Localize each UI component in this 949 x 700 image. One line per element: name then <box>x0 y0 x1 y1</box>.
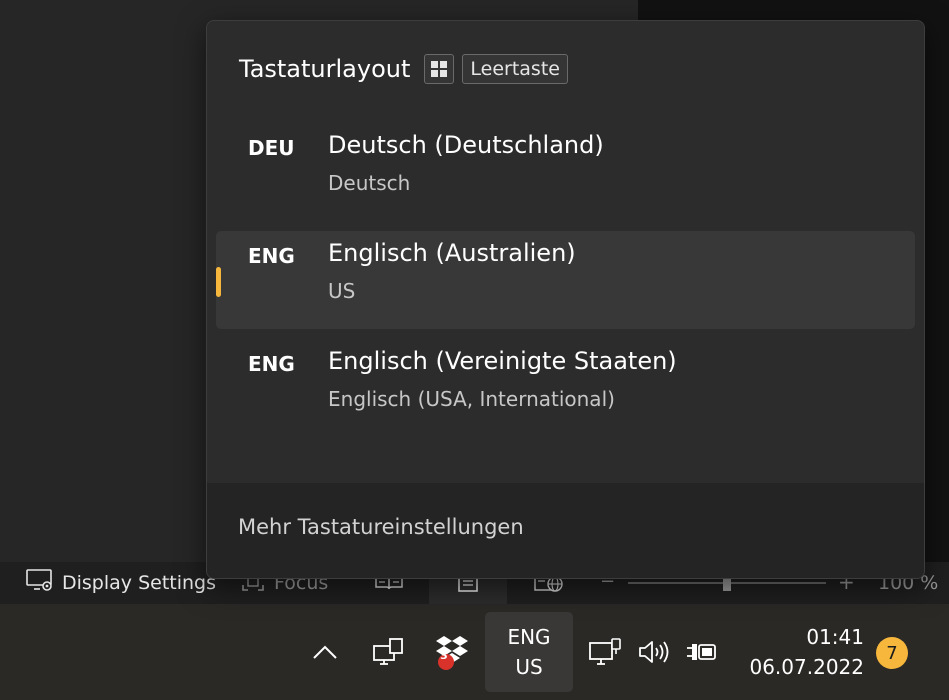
clock-time: 01:41 <box>806 625 864 649</box>
flyout-header: Tastaturlayout Leertaste <box>239 54 568 84</box>
layout-item-eng-au[interactable]: ENG Englisch (Australien) US <box>216 231 915 329</box>
battery-button[interactable] <box>682 632 720 672</box>
volume-icon <box>639 641 669 663</box>
layout-keyboard: Deutsch <box>328 171 411 195</box>
more-keyboard-settings-link[interactable]: Mehr Tastatureinstellungen <box>238 515 524 539</box>
windows-key-icon <box>424 54 455 84</box>
power-plug-icon <box>687 644 716 660</box>
network-icon <box>373 638 403 665</box>
volume-button[interactable] <box>634 632 674 672</box>
display-settings-label: Display Settings <box>62 572 217 594</box>
space-key-label: Leertaste <box>462 54 568 84</box>
display-settings-button[interactable]: Display Settings <box>26 562 216 604</box>
clock-date: 06.07.2022 <box>749 655 864 679</box>
chevron-up-icon <box>313 645 337 659</box>
layout-name: Englisch (Australien) <box>328 239 576 267</box>
keyboard-layout-flyout: Tastaturlayout Leertaste DEU Deutsch (De… <box>206 20 925 579</box>
clock[interactable]: 01:41 06.07.2022 <box>740 622 864 682</box>
lang-code: ENG <box>507 625 551 649</box>
selection-indicator <box>216 267 221 297</box>
layout-code: ENG <box>248 352 295 376</box>
notification-badge[interactable]: 7 <box>876 637 908 669</box>
network-tray-button[interactable] <box>370 632 406 672</box>
layout-name: Englisch (Vereinigte Staaten) <box>328 347 677 375</box>
layout-item-deu[interactable]: DEU Deutsch (Deutschland) Deutsch <box>216 123 915 221</box>
taskbar: 3 ENG US 01:41 06.07.2022 7 <box>0 604 949 700</box>
network-status-button[interactable] <box>586 632 624 672</box>
layout-item-eng-us[interactable]: ENG Englisch (Vereinigte Staaten) Englis… <box>216 339 915 437</box>
layout-name: Deutsch (Deutschland) <box>328 131 604 159</box>
layout-keyboard: US <box>328 279 356 303</box>
network-icon <box>589 638 621 665</box>
layout-code: DEU <box>248 136 295 160</box>
dropbox-badge: 3 <box>440 649 448 662</box>
show-hidden-icons-button[interactable] <box>308 632 342 672</box>
flyout-title: Tastaturlayout <box>239 55 411 83</box>
flyout-footer: Mehr Tastatureinstellungen <box>207 483 924 578</box>
input-language-button[interactable]: ENG US <box>485 612 573 692</box>
layout-code: ENG <box>248 244 295 268</box>
dropbox-tray-button[interactable]: 3 <box>432 628 472 676</box>
lang-keyboard: US <box>515 655 543 679</box>
layout-keyboard: Englisch (USA, International) <box>328 387 615 411</box>
display-settings-icon <box>26 568 56 599</box>
